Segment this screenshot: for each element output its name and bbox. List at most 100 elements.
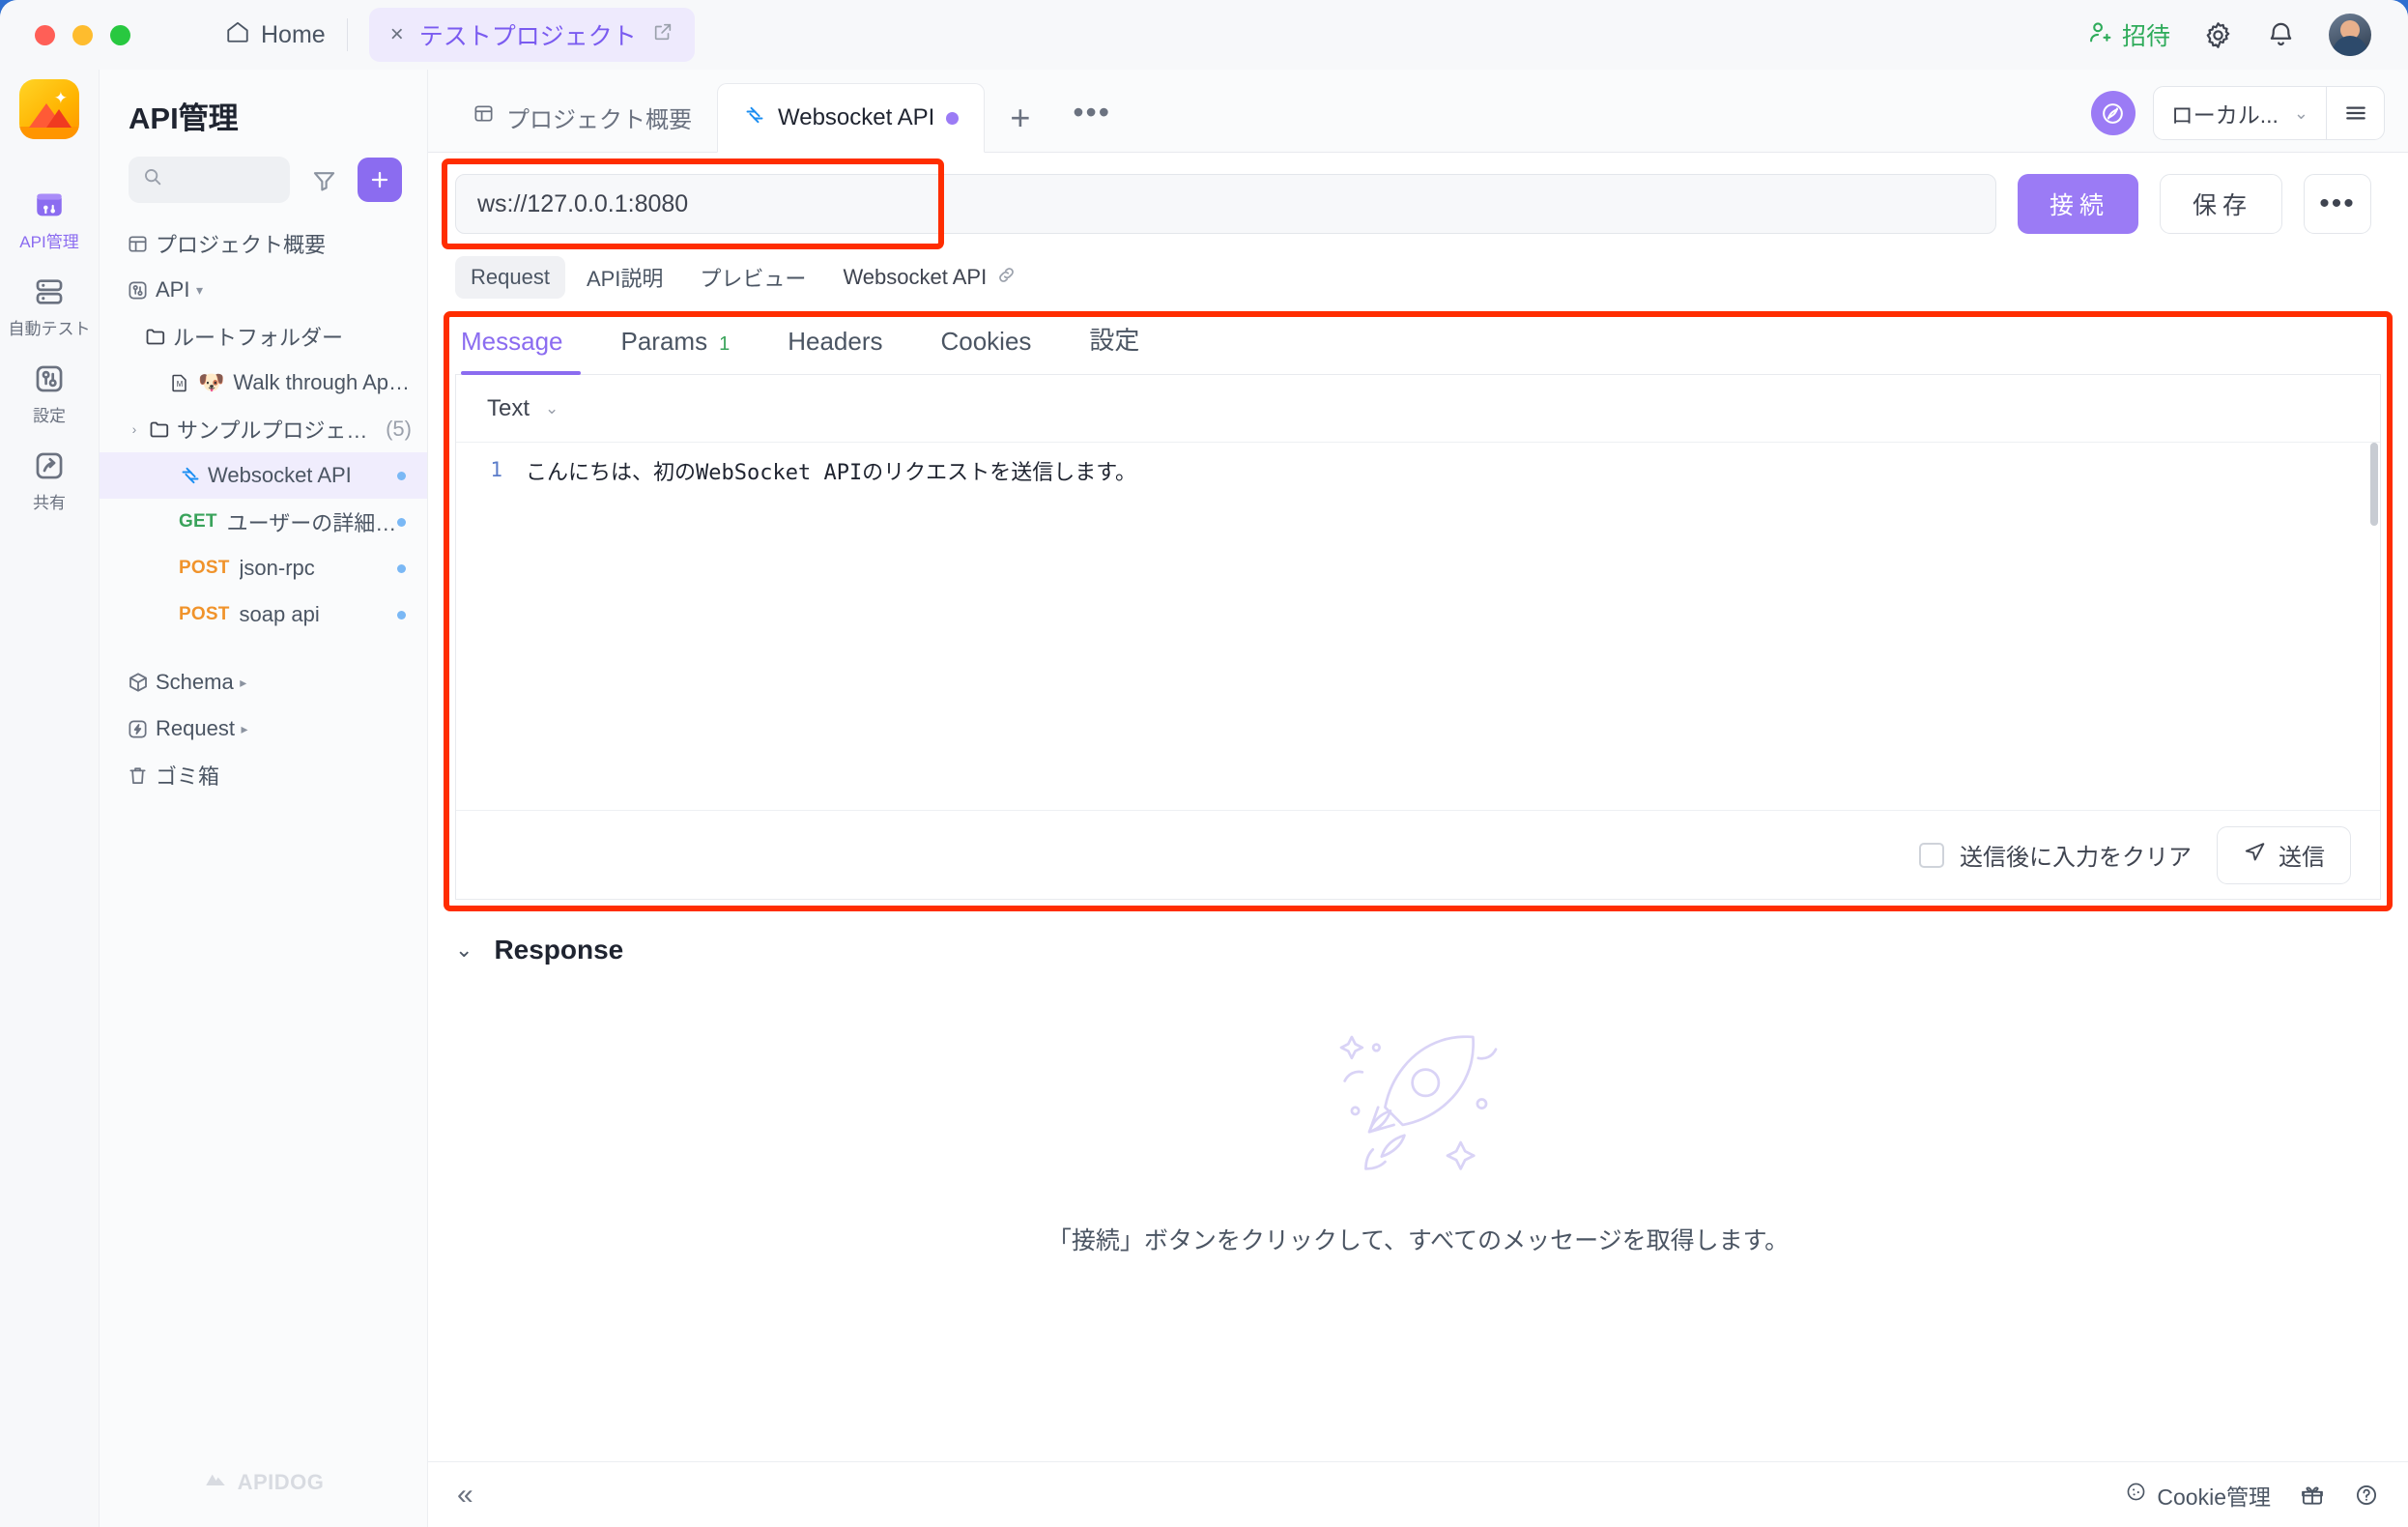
mini-tab-request[interactable]: Request — [455, 256, 565, 299]
sidebar-item-json-rpc[interactable]: POST json-rpc — [100, 545, 427, 591]
mini-tab-websocket-api[interactable]: Websocket API — [827, 256, 1032, 300]
editor-scrollbar[interactable] — [2370, 443, 2378, 526]
sub-tab-params[interactable]: Params 1 — [592, 327, 760, 374]
sidebar-item-request[interactable]: Request ▸ — [100, 706, 427, 752]
send-button[interactable]: 送信 — [2217, 825, 2351, 884]
checkbox-box[interactable] — [1919, 842, 1944, 868]
sub-tab-settings[interactable]: 設定 — [1060, 321, 1168, 374]
maximize-window-button[interactable] — [110, 24, 130, 45]
tab-websocket-api[interactable]: Websocket API — [717, 83, 986, 153]
sidebar-item-root-folder[interactable]: ルートフォルダー — [100, 313, 427, 360]
minimize-window-button[interactable] — [72, 24, 93, 45]
app-window: Home × テストプロジェクト 招待 ✦ API管理 自動テスト 設定 共有 … — [0, 0, 2408, 1527]
tab-more-button[interactable]: ••• — [1055, 95, 1129, 152]
gift-icon[interactable] — [2300, 1483, 2325, 1508]
more-actions-button[interactable]: ••• — [2304, 174, 2371, 234]
app-body: ✦ API管理 自動テスト 設定 共有 API管理 プロジェクト概要 API ▾… — [0, 70, 2408, 1527]
sidebar-item-count: (5) — [386, 417, 412, 441]
close-window-button[interactable] — [35, 24, 55, 45]
window-controls[interactable] — [35, 24, 130, 45]
environment-menu-icon[interactable] — [2326, 87, 2384, 139]
chevron-right-icon[interactable]: ▸ — [235, 721, 254, 737]
save-button[interactable]: 保存 — [2159, 174, 2282, 234]
filter-icon[interactable] — [302, 157, 345, 203]
sidebar-item-user-detail[interactable]: GET ユーザーの詳細情報 — [100, 499, 427, 545]
tab-project-overview[interactable]: プロジェクト概要 — [447, 82, 717, 152]
status-dot — [397, 563, 406, 573]
rail-item-auto-test[interactable]: 自動テスト — [0, 263, 100, 350]
sidebar-item-soap-api[interactable]: POST soap api — [100, 591, 427, 638]
sidebar-item-label: Request — [156, 716, 235, 740]
bell-icon[interactable] — [2266, 20, 2296, 50]
message-editor-body[interactable]: 1 こんにちは、初のWebSocket APIのリクエストを送信します。 — [456, 443, 2380, 810]
sub-tab-headers[interactable]: Headers — [759, 327, 911, 374]
apidog-mark-icon — [203, 1467, 228, 1498]
rail-item-share[interactable]: 共有 — [0, 437, 100, 524]
sub-tab-cookies[interactable]: Cookies — [911, 327, 1060, 374]
clear-after-send-label: 送信後に入力をクリア — [1960, 845, 2192, 871]
sidebar-item-websocket-api[interactable]: Websocket API — [100, 452, 427, 499]
cookie-manager-button[interactable]: Cookie管理 — [2125, 1479, 2271, 1512]
project-tab[interactable]: × テストプロジェクト — [368, 8, 695, 62]
request-mini-tabs: Request API説明 プレビュー Websocket API — [428, 253, 2408, 307]
avatar[interactable] — [2329, 14, 2371, 56]
sidebar-item-label: サンプルプロジェクト — [177, 418, 381, 443]
project-tab-label: テストプロジェクト — [418, 23, 637, 50]
collapse-sidebar-button[interactable]: « — [457, 1479, 473, 1512]
request-icon — [127, 718, 156, 740]
chevron-right-icon[interactable]: › — [125, 421, 144, 437]
sub-tab-label: Headers — [788, 327, 883, 356]
new-tab-button[interactable]: + — [985, 98, 1055, 152]
apidog-logo: ✦ — [19, 79, 79, 139]
line-number-gutter: 1 — [456, 443, 514, 810]
user-plus-icon — [2087, 18, 2114, 52]
status-bar: « Cookie管理 — [428, 1461, 2408, 1527]
search-input[interactable] — [129, 157, 290, 203]
rail-item-label: 共有 — [33, 494, 66, 512]
chevron-down-icon[interactable]: ⌄ — [455, 937, 473, 963]
response-empty-state: 「接続」ボタンをクリックして、すべてのメッセージを取得します。 — [455, 998, 2381, 1256]
chevron-right-icon[interactable]: ▸ — [234, 675, 253, 691]
response-section: ⌄ Response 「接続」ボタンをクリックして、すべてのメッセージを取得しま… — [428, 900, 2408, 1256]
gear-icon[interactable] — [2203, 20, 2233, 50]
sidebar-item-label: Schema — [156, 670, 234, 694]
response-header[interactable]: ⌄ Response — [455, 935, 2381, 965]
rail-item-settings[interactable]: 設定 — [0, 350, 100, 437]
mini-tab-preview[interactable]: プレビュー — [684, 253, 821, 302]
title-bar: Home × テストプロジェクト 招待 — [0, 0, 2408, 70]
message-textarea[interactable]: こんにちは、初のWebSocket APIのリクエストを送信します。 — [514, 443, 2380, 810]
rail-item-api-manage[interactable]: API管理 — [0, 176, 100, 263]
environment-value-wrap[interactable]: ローカル... ⌄ — [2154, 87, 2326, 139]
sidebar-item-walk-through-apidog[interactable]: M 🐶 Walk through Apidog — [100, 360, 427, 406]
send-label: 送信 — [2279, 845, 2325, 871]
sync-icon[interactable] — [2090, 91, 2136, 135]
mini-tab-label: Websocket API — [843, 265, 988, 289]
request-sub-tabs: Message Params 1 Headers Cookies 設定 — [455, 321, 2381, 375]
message-format-select[interactable]: Text ⌄ — [487, 395, 559, 422]
environment-select[interactable]: ローカル... ⌄ — [2152, 86, 2385, 140]
sub-tab-label: Params — [620, 327, 708, 356]
status-dot — [397, 471, 406, 480]
invite-button[interactable]: 招待 — [2087, 17, 2170, 52]
mini-tab-api-description[interactable]: API説明 — [571, 253, 678, 302]
app-root: Home × テストプロジェクト 招待 ✦ API管理 自動テスト 設定 共有 … — [0, 0, 2408, 1527]
environment-value: ローカル... — [2170, 102, 2279, 128]
sidebar-item-sample-project[interactable]: › サンプルプロジェクト (5) — [100, 406, 427, 452]
clear-after-send-checkbox[interactable]: 送信後に入力をクリア — [1919, 838, 2192, 872]
sub-tab-message[interactable]: Message — [457, 327, 592, 375]
external-link-icon[interactable] — [652, 21, 674, 49]
home-button[interactable]: Home — [225, 19, 326, 51]
add-api-button[interactable] — [358, 158, 402, 202]
connect-button[interactable]: 接続 — [2017, 174, 2138, 234]
share-icon — [33, 449, 66, 482]
close-icon[interactable]: × — [390, 21, 404, 48]
url-input[interactable]: ws://127.0.0.1:8080 — [455, 174, 1996, 234]
help-icon[interactable] — [2354, 1483, 2379, 1508]
params-count-badge: 1 — [719, 333, 731, 355]
sidebar-item-trash[interactable]: ゴミ箱 — [100, 752, 427, 798]
sidebar-item-api[interactable]: API ▾ — [100, 267, 427, 313]
sidebar-item-project-overview[interactable]: プロジェクト概要 — [100, 220, 427, 267]
sidebar-item-schema[interactable]: Schema ▸ — [100, 659, 427, 706]
chevron-down-icon[interactable]: ▾ — [189, 282, 209, 299]
rocket-illustration-icon — [1312, 998, 1525, 1196]
